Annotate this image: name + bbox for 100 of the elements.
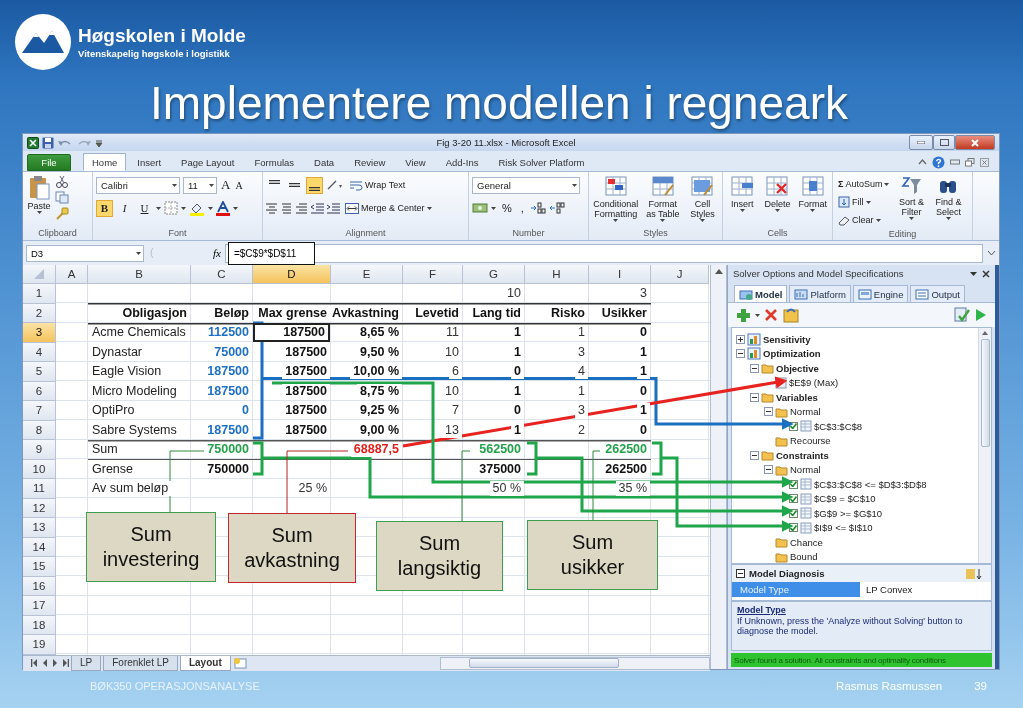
text-align-icon[interactable]	[281, 202, 293, 214]
tree-item[interactable]: Normal	[790, 464, 821, 476]
column-header[interactable]: H	[525, 265, 589, 284]
checkbox[interactable]	[789, 523, 798, 533]
tree-item[interactable]: $C$3:$C$8	[814, 420, 863, 432]
underline-button[interactable]: U	[136, 199, 153, 217]
style-button[interactable]: Conditional Formatting	[592, 175, 640, 228]
column-header[interactable]: F	[403, 265, 463, 284]
collapse-icon[interactable]	[750, 392, 759, 402]
cells-button[interactable]: Delete	[761, 175, 794, 228]
analyze-icon[interactable]	[953, 306, 971, 324]
orientation-icon[interactable]	[326, 179, 344, 191]
tree-item[interactable]: Objective	[776, 362, 819, 374]
tree-item[interactable]: Bound	[790, 551, 818, 563]
column-header[interactable]: G	[463, 265, 525, 284]
insert-function-button[interactable]: fx	[213, 247, 221, 259]
style-button[interactable]: Format as Table	[642, 175, 683, 228]
decrease-decimal-icon[interactable]	[548, 202, 565, 214]
percent-button[interactable]: %	[499, 202, 515, 214]
checkbox[interactable]	[789, 494, 798, 504]
brush-icon[interactable]	[55, 207, 69, 220]
column-header[interactable]: D	[253, 265, 331, 284]
row-header[interactable]: 15	[23, 557, 56, 577]
cells-button[interactable]: Insert	[726, 175, 759, 228]
pane-tab[interactable]: Model	[734, 285, 788, 302]
shrink-font-button[interactable]: A	[234, 179, 244, 191]
help-icon[interactable]	[932, 155, 945, 169]
save-icon[interactable]	[42, 136, 54, 149]
tree-item[interactable]: $I$9 <= $I$10	[814, 522, 873, 534]
row-header[interactable]: 7	[23, 401, 56, 421]
restore-icon[interactable]	[965, 157, 975, 167]
editing-button[interactable]: Sort & Filter	[894, 175, 929, 229]
ribbon-tab[interactable]: Insert	[128, 153, 171, 171]
row-header[interactable]: 5	[23, 362, 56, 382]
collapse-icon[interactable]	[750, 450, 759, 460]
tree-item[interactable]: $C$3:$C$8 <= $D$3:$D$8	[814, 478, 927, 490]
pane-menu-icon[interactable]	[970, 271, 977, 276]
row-header[interactable]: 13	[23, 518, 56, 538]
editing-button[interactable]: Clear	[836, 211, 892, 229]
tree-item[interactable]: $G$9 >= $G$10	[814, 507, 883, 519]
row-header[interactable]: 17	[23, 596, 56, 616]
row-header[interactable]: 11	[23, 479, 56, 499]
tree-item[interactable]: Constraints	[776, 449, 829, 461]
maximize-button[interactable]	[933, 135, 955, 150]
ribbon-tab[interactable]: Page Layout	[172, 153, 244, 171]
checkbox[interactable]	[789, 421, 798, 431]
scissors-icon[interactable]	[55, 175, 69, 188]
increase-indent-icon[interactable]	[327, 202, 340, 214]
sheet-tab[interactable]: Layout	[179, 655, 231, 671]
minimize-icon[interactable]	[950, 159, 960, 165]
excel-icon[interactable]	[27, 136, 39, 149]
insert-cells-icon[interactable]	[730, 175, 755, 199]
conditional-formatting-icon[interactable]	[603, 175, 628, 199]
pane-tab[interactable]: Output	[910, 285, 965, 302]
sheet-tab[interactable]: LP	[71, 655, 102, 671]
formula-field[interactable]: =$C$9*$D$11	[224, 243, 983, 263]
font-size-field[interactable]: 11	[183, 176, 217, 194]
number-format-field[interactable]: General	[472, 176, 580, 194]
collapse-icon[interactable]	[750, 363, 759, 373]
checkbox[interactable]	[789, 508, 798, 518]
refresh-icon[interactable]	[782, 306, 800, 324]
sheet-tab[interactable]: Forenklet LP	[103, 655, 178, 671]
expand-icon[interactable]	[987, 250, 996, 256]
row-header[interactable]: 19	[23, 635, 56, 655]
ribbon-tab[interactable]: Add-Ins	[436, 153, 488, 171]
wrap-text-button[interactable]: Wrap Text	[347, 176, 408, 194]
tree-item[interactable]: Optimization	[763, 348, 821, 360]
cell-styles-icon[interactable]	[690, 175, 715, 199]
vertical-scrollbar[interactable]	[710, 265, 727, 669]
currency-icon[interactable]	[472, 202, 488, 214]
expand-icon[interactable]	[736, 334, 745, 344]
pane-tab[interactable]: Platform	[789, 285, 851, 302]
editing-button[interactable]: Find & Select	[931, 175, 966, 229]
ribbon-tab[interactable]: Formulas	[245, 153, 304, 171]
next-sheet-icon[interactable]	[51, 658, 59, 668]
font-name-field[interactable]: Calibri	[96, 176, 180, 194]
collapse-ribbon-icon[interactable]	[918, 159, 927, 165]
increase-decimal-icon[interactable]	[529, 202, 546, 214]
bold-button[interactable]: B	[96, 199, 113, 217]
pane-tab[interactable]: Engine	[852, 285, 909, 302]
previous-sheet-icon[interactable]	[31, 658, 39, 668]
vertical-scrollbar[interactable]	[978, 328, 991, 563]
format-cells-icon[interactable]	[800, 175, 825, 199]
column-header[interactable]: C	[191, 265, 253, 284]
delete-cells-icon[interactable]	[765, 175, 790, 199]
close-button[interactable]	[955, 135, 995, 150]
row-header[interactable]: 1	[23, 284, 56, 304]
tree-item[interactable]: Recourse	[790, 435, 831, 447]
ribbon-tab[interactable]: Review	[345, 153, 395, 171]
collapse-icon[interactable]	[736, 569, 745, 578]
checkbox[interactable]	[789, 479, 798, 489]
collapse-icon[interactable]	[764, 465, 773, 475]
column-header[interactable]: I	[589, 265, 651, 284]
italic-button[interactable]: I	[116, 199, 133, 217]
close-icon[interactable]	[982, 269, 990, 278]
editing-button[interactable]: Σ AutoSum	[836, 175, 892, 193]
align-button[interactable]	[306, 176, 323, 194]
merge-center-button[interactable]: Merge & Center	[343, 199, 434, 217]
copy-icon[interactable]	[55, 191, 69, 204]
font-color-icon[interactable]	[216, 200, 230, 216]
